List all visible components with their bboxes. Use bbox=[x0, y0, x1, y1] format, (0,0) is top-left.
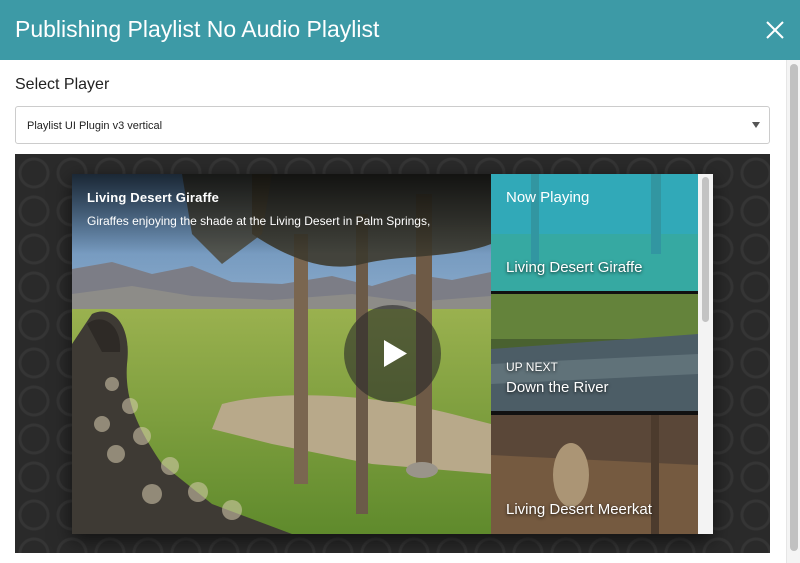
player-select-value: Playlist UI Plugin v3 vertical bbox=[27, 120, 163, 132]
playlist-item-title: Down the River bbox=[506, 379, 609, 396]
playlist-item[interactable]: UP NEXT Down the River bbox=[491, 294, 698, 411]
play-button[interactable] bbox=[344, 305, 441, 402]
chevron-down-icon bbox=[752, 122, 760, 128]
player-preview: Living Desert Giraffe Giraffes enjoying … bbox=[15, 154, 770, 553]
video-area[interactable]: Living Desert Giraffe Giraffes enjoying … bbox=[72, 174, 491, 534]
select-player-label: Select Player bbox=[15, 76, 110, 93]
video-title: Living Desert Giraffe bbox=[87, 190, 220, 205]
playlist-item-title: Living Desert Meerkat bbox=[506, 501, 652, 518]
playlist-item[interactable]: Now Playing Living Desert Giraffe bbox=[491, 174, 698, 291]
close-icon bbox=[766, 21, 784, 39]
playlist-item-title: Living Desert Giraffe bbox=[506, 259, 643, 276]
video-player: Living Desert Giraffe Giraffes enjoying … bbox=[72, 174, 713, 534]
playlist-scrollbar[interactable] bbox=[698, 174, 713, 534]
modal-title: Publishing Playlist No Audio Playlist bbox=[15, 16, 380, 42]
playlist-item[interactable]: Living Desert Meerkat bbox=[491, 415, 698, 534]
modal-scrollbar[interactable] bbox=[786, 60, 800, 563]
player-select[interactable]: Playlist UI Plugin v3 vertical bbox=[15, 106, 770, 144]
modal-scrollbar-thumb[interactable] bbox=[790, 64, 798, 551]
publish-modal: Publishing Playlist No Audio Playlist Se… bbox=[0, 0, 800, 563]
close-button[interactable] bbox=[764, 19, 786, 41]
playlist-item-status: Now Playing bbox=[506, 189, 590, 206]
playlist-item-status: UP NEXT bbox=[506, 360, 558, 374]
play-icon bbox=[384, 340, 407, 367]
modal-header: Publishing Playlist No Audio Playlist bbox=[0, 0, 800, 60]
video-description: Giraffes enjoying the shade at the Livin… bbox=[87, 214, 431, 228]
playlist-scrollbar-thumb[interactable] bbox=[702, 177, 709, 322]
playlist-panel: Now Playing Living Desert Giraffe UP NEX… bbox=[491, 174, 713, 534]
